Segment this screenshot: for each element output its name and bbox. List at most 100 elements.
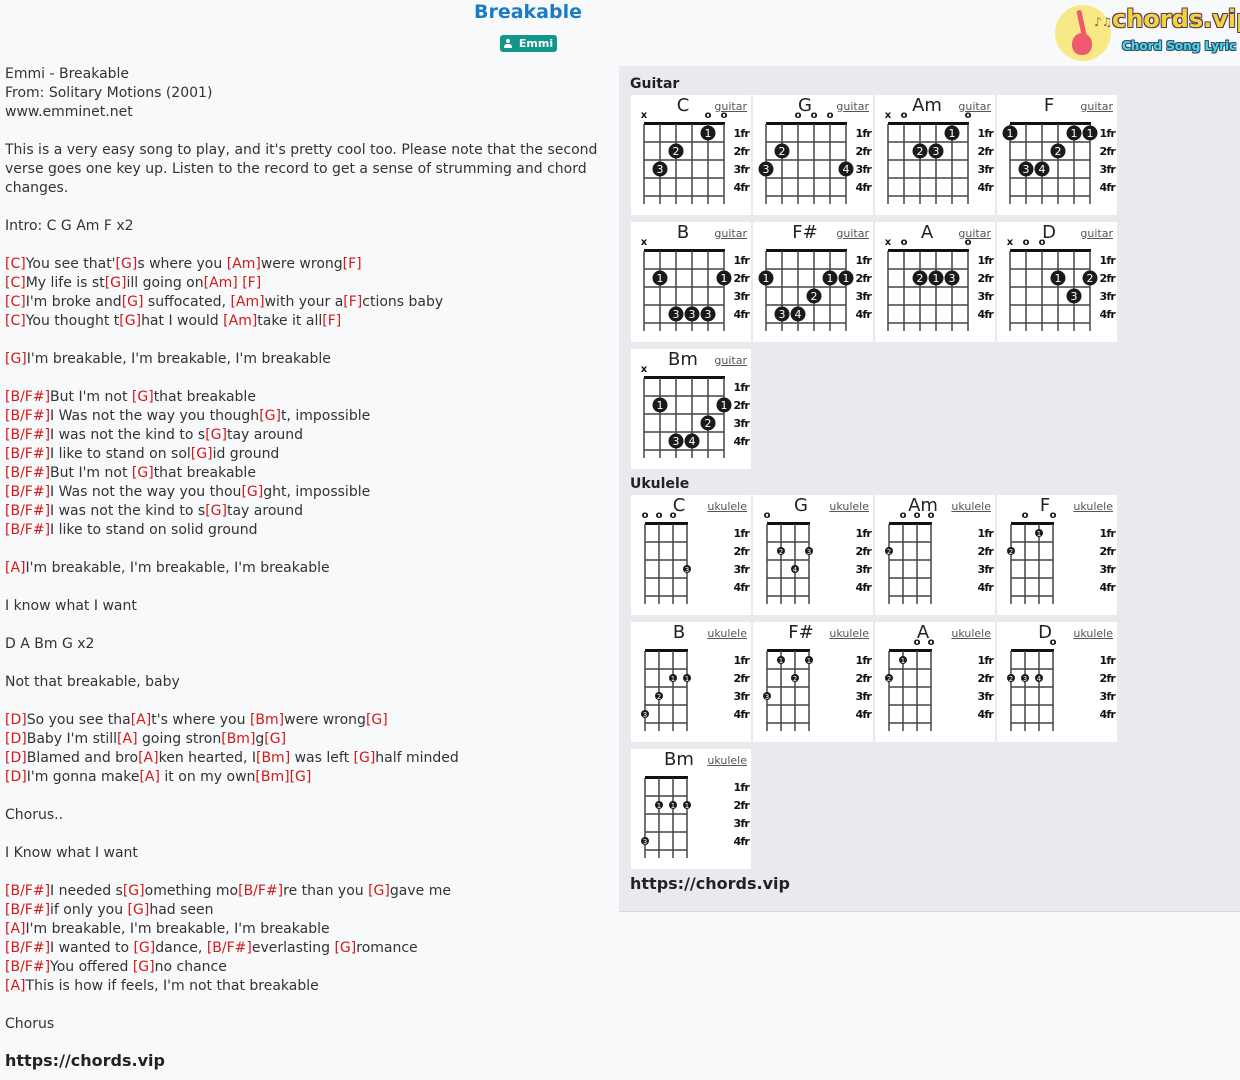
lyric-text: hat I would <box>141 313 224 329</box>
chord-link[interactable]: [F] <box>322 313 341 329</box>
guitar-chord-card-bm[interactable]: Bm guitar x 1fr 2fr 3fr 4fr 1 1 2 3 4 <box>631 349 751 469</box>
chord-link[interactable]: [G] <box>132 465 154 481</box>
chord-link[interactable]: [Bm] <box>250 712 284 728</box>
lyric-line: [D]Blamed and bro[A]ken hearted, I[Bm] w… <box>5 749 605 768</box>
chord-link[interactable]: [G] <box>334 940 356 956</box>
chord-link[interactable]: [A] <box>139 769 160 785</box>
chord-link[interactable]: [G] <box>264 731 286 747</box>
guitar-chord-card-g[interactable]: Gguitar o o o 1fr 2fr 3fr 4fr 2 3 4 <box>753 95 873 215</box>
chord-link[interactable]: [B/F#] <box>5 959 50 975</box>
chord-link[interactable]: [D] <box>5 769 27 785</box>
chord-link[interactable]: [Am] <box>227 256 261 272</box>
lyric-text: dance, <box>155 940 207 956</box>
chord-link[interactable]: [G] <box>205 503 227 519</box>
nut <box>1011 649 1054 652</box>
guitar-chord-card-am[interactable]: Am guitar x o o 1fr 2fr 3fr 4fr 1 2 3 <box>875 95 995 215</box>
ukulele-chord-card-bm[interactable]: Bm ukulele 1fr 2fr 3fr 4fr 1 1 1 3 <box>631 749 751 869</box>
chord-link[interactable]: [A] <box>5 921 26 937</box>
chord-link[interactable]: [G] <box>5 351 27 367</box>
chord-link[interactable]: [F] <box>343 294 362 310</box>
ukulele-chord-card-g[interactable]: Gukulele o 1fr 2fr 3fr 4fr 2 3 4 <box>753 495 873 615</box>
lyric-text: I needed s <box>50 883 123 899</box>
chord-link[interactable]: [G] <box>116 256 138 272</box>
chord-link[interactable]: [A] <box>5 560 26 576</box>
fret-label: 4fr <box>1100 181 1117 194</box>
ukulele-chord-card-f[interactable]: Fukulele o o 1fr 2fr 3fr 4fr 1 2 <box>997 495 1117 615</box>
chord-link[interactable]: [G] <box>191 446 213 462</box>
chord-link[interactable]: [G] <box>133 959 155 975</box>
chord-link[interactable]: [G] <box>119 313 141 329</box>
fret-label: 2fr <box>1100 672 1117 685</box>
chord-link[interactable]: [Bm] <box>255 769 289 785</box>
lyric-line: I Know what I want <box>5 844 605 863</box>
chord-link[interactable]: [B/F#] <box>5 465 50 481</box>
chord-link[interactable]: [D] <box>5 712 27 728</box>
chord-link[interactable]: [A] <box>138 750 159 766</box>
ukulele-chord-card-am[interactable]: Am ukulele o o o 1fr 2fr 3fr 4fr 2 <box>875 495 995 615</box>
guitar-chord-card-f[interactable]: Fguitar 1fr 2fr 3fr 4fr 1 1 1 2 3 4 <box>997 95 1117 215</box>
chord-link[interactable]: [B/F#] <box>207 940 252 956</box>
chord-link[interactable]: [A] <box>117 731 138 747</box>
guitar-chord-card-c[interactable]: Cguitar x o o 1fr 2fr 3fr 4fr 1 2 3 <box>631 95 751 215</box>
chord-link[interactable]: [G] <box>133 940 155 956</box>
ukulele-chord-card-fsharp[interactable]: F# ukulele 1fr 2fr 3fr 4fr 1 1 2 3 <box>753 622 873 742</box>
panel-url[interactable]: https://chords.vip <box>630 874 790 893</box>
chord-link[interactable]: [B/F#] <box>5 522 50 538</box>
chord-link[interactable]: [G] <box>368 883 390 899</box>
guitar-chord-card-d[interactable]: Dguitar x o o 1fr 2fr 3fr 4fr 1 2 3 <box>997 222 1117 342</box>
guitar-chord-card-b[interactable]: Bguitar x 1fr 2fr 3fr 4fr 1 1 3 3 3 <box>631 222 751 342</box>
chord-link[interactable]: [B/F#] <box>238 883 283 899</box>
chord-link[interactable]: [B/F#] <box>5 940 50 956</box>
chord-link[interactable]: [Bm] <box>256 750 290 766</box>
chord-link[interactable]: [G] <box>123 883 145 899</box>
chord-link[interactable]: [D] <box>5 731 27 747</box>
chord-link[interactable]: [G] <box>290 769 312 785</box>
guitar-chord-card-a[interactable]: Aguitar x o o 1fr 2fr 3fr 4fr 2 1 3 <box>875 222 995 342</box>
chord-link[interactable]: [F] <box>242 275 261 291</box>
chord-link[interactable]: [F] <box>343 256 362 272</box>
fret-label: 3fr <box>734 817 751 830</box>
ukulele-chord-card-d[interactable]: Dukulele o 1fr 2fr 3fr 4fr 2 3 4 <box>997 622 1117 742</box>
chord-link[interactable]: [G] <box>205 427 227 443</box>
ukulele-chord-card-c[interactable]: Cukulele o o o 1fr 2fr 3fr 4fr 3 <box>631 495 751 615</box>
chord-link[interactable]: [A] <box>131 712 152 728</box>
chord-link[interactable]: [C] <box>5 294 26 310</box>
chord-link[interactable]: [B/F#] <box>5 902 50 918</box>
chord-link[interactable]: [B/F#] <box>5 503 50 519</box>
chord-link[interactable]: [C] <box>5 313 26 329</box>
chord-link[interactable]: [G] <box>259 408 281 424</box>
chord-link[interactable]: [Bm] <box>221 731 255 747</box>
chord-link[interactable]: [B/F#] <box>5 484 50 500</box>
chord-link[interactable]: [G] <box>132 389 154 405</box>
artist-badge[interactable]: Emmi <box>500 35 557 52</box>
ukulele-chord-card-a[interactable]: Aukulele o o 1fr 2fr 3fr 4fr 1 2 <box>875 622 995 742</box>
chord-link[interactable]: [B/F#] <box>5 883 50 899</box>
chord-link[interactable]: [B/F#] <box>5 446 50 462</box>
fret-label: 3fr <box>856 563 873 576</box>
chord-link[interactable]: [Am] <box>204 275 238 291</box>
lyric-text: Chorus.. <box>5 807 64 823</box>
footer-url[interactable]: https://chords.vip <box>5 1051 165 1070</box>
chord-link[interactable]: [G] <box>128 902 150 918</box>
chord-link[interactable]: [B/F#] <box>5 427 50 443</box>
chord-link[interactable]: [G] <box>122 294 144 310</box>
lyric-text: with your a <box>264 294 344 310</box>
chord-link[interactable]: [D] <box>5 750 27 766</box>
chord-link[interactable]: [G] <box>354 750 376 766</box>
chord-link[interactable]: [G] <box>105 275 127 291</box>
svg-text:4: 4 <box>1037 675 1042 683</box>
chord-link[interactable]: [B/F#] <box>5 408 50 424</box>
ukulele-chord-card-b[interactable]: Bukulele 1fr 2fr 3fr 4fr 1 1 2 3 <box>631 622 751 742</box>
chord-link[interactable]: [G] <box>241 484 263 500</box>
chord-link[interactable]: [Am] <box>223 313 257 329</box>
chord-link[interactable]: [C] <box>5 275 26 291</box>
svg-text:2: 2 <box>917 145 924 158</box>
chord-link[interactable]: [C] <box>5 256 26 272</box>
chord-link[interactable]: [A] <box>5 978 26 994</box>
chord-link[interactable]: [B/F#] <box>5 389 50 405</box>
chord-link[interactable]: [G] <box>366 712 388 728</box>
ukulele-section-label: Ukulele <box>630 476 690 492</box>
chord-link[interactable]: [Am] <box>230 294 264 310</box>
guitar-chord-card-fsharp[interactable]: F# guitar 1fr 2fr 3fr 4fr 1 1 1 2 3 4 <box>753 222 873 342</box>
site-logo[interactable]: ♪♫ chords.vip Chord Song Lyric <box>1054 3 1240 63</box>
